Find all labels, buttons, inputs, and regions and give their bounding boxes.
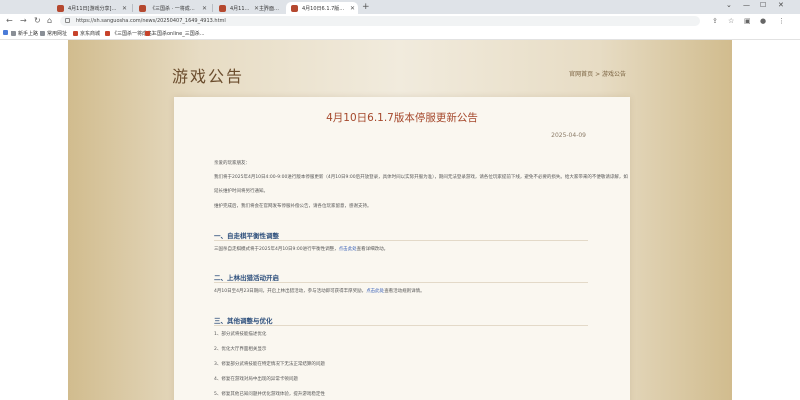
browser-toolbar: ← → ↻ ⌂ https://sh.sanguosha.com/news/20… (0, 14, 800, 29)
new-tab-button[interactable]: + (362, 2, 370, 12)
back-button[interactable]: ← (6, 16, 13, 26)
bookmark-folder[interactable]: 新手上路 (11, 30, 38, 37)
bookmarks-bar: 新手上路 常用网址 京东商城 《三国杀一将成名》 三国杀online_三国杀..… (0, 29, 800, 40)
browser-tab-strip: 4月11日[游戏分享]版本公告 ✕ 《三国杀 · 一将成名》官方网站 ✕ 4月1… (0, 0, 800, 14)
tab-label: 4月11日[游戏分享]版本公告 (68, 5, 119, 12)
maximize-button[interactable]: ☐ (760, 1, 766, 9)
reload-button[interactable]: ↻ (34, 16, 41, 26)
site-favicon-icon (291, 5, 298, 12)
lock-icon (65, 18, 70, 23)
web-page: 游戏公告 官网首页 > 游戏公告 4月10日6.1.7版本停服更新公告 2025… (0, 40, 800, 400)
site-favicon-icon (139, 5, 146, 12)
tab-label: 《三国杀 · 一将成名》官方网站 (150, 5, 199, 12)
minimize-button[interactable]: — (743, 1, 750, 9)
apps-icon (3, 30, 8, 35)
section-heading: 二、上林出猎活动开启 (214, 274, 279, 282)
share-icon[interactable]: ⇪ (712, 17, 718, 26)
section-title: 游戏公告 (172, 67, 245, 86)
bookmark-link[interactable]: 京东商城 (73, 30, 100, 37)
divider (214, 240, 588, 241)
detail-link[interactable]: 点击此处 (339, 247, 357, 252)
bookmark-star-icon[interactable]: ☆ (728, 17, 734, 26)
tab-search-icon[interactable]: ⌄ (726, 1, 732, 9)
folder-icon (11, 31, 16, 36)
close-tab-icon[interactable]: ✕ (122, 5, 127, 12)
list-item: 3、修复部分武将技能在特定情况下无法正常结算的问题 (214, 362, 325, 367)
article-date: 2025-04-09 (551, 132, 586, 139)
forward-button[interactable]: → (20, 16, 27, 26)
tab-label: 4月10日6.1.7版本停服更新公告 (302, 5, 347, 12)
divider (214, 282, 588, 283)
article-title: 4月10日6.1.7版本停服更新公告 (326, 112, 478, 124)
list-item: 4、修复在游戏对局中出现的异常卡顿问题 (214, 377, 298, 382)
section-body: 4月10日至4月23日期间，开启上林出猎活动，参与活动即可获得丰厚奖励，点击此处… (214, 289, 425, 294)
bookmark-label: 常用网址 (47, 31, 68, 37)
article-paragraph: 维护完成后，我们将会在官网发布停服补偿公告，请各位玩家留意，感谢支持。 (214, 204, 372, 209)
site-favicon-icon (57, 5, 64, 12)
section-heading: 三、其他调整与优化 (214, 317, 273, 325)
extensions-icon[interactable]: ▣ (744, 17, 751, 26)
list-item: 1、部分武将技能描述优化 (214, 332, 267, 337)
browser-tab[interactable]: 4月11日pc一键版 ✕ (214, 2, 262, 14)
browser-tab[interactable]: 4月11日[游戏分享]版本公告 ✕ (52, 2, 130, 14)
address-bar[interactable]: https://sh.sanguosha.com/news/20250407_1… (60, 16, 700, 26)
section-body: 三国杀自走棋模式将于2025年4月10日9:00进行平衡性调整，点击此处查看详细… (214, 247, 389, 252)
close-window-button[interactable]: ✕ (778, 1, 784, 9)
bookmark-label: 京东商城 (80, 31, 101, 37)
close-tab-icon[interactable]: ✕ (202, 5, 207, 12)
site-favicon-icon (219, 5, 226, 12)
site-favicon-icon (105, 31, 110, 36)
breadcrumb[interactable]: 官网首页 > 游戏公告 (569, 69, 626, 78)
folder-icon (40, 31, 45, 36)
tab-label: 4月11日pc一键版 (230, 5, 251, 12)
bookmark-folder[interactable]: 常用网址 (40, 30, 67, 37)
browser-tab[interactable]: 主界面的…… (256, 2, 286, 14)
divider (214, 325, 588, 326)
bookmark-label: 新手上路 (18, 31, 39, 37)
browser-tab-active[interactable]: 4月10日6.1.7版本停服更新公告 ✕ (286, 2, 358, 14)
article-paragraph: 我们将于2025年4月10日4:00-9:00进行版本停服更新（4月10日9:0… (214, 175, 628, 180)
home-button[interactable]: ⌂ (47, 16, 52, 26)
list-item: 2、优化大厅界面相关显示 (214, 347, 267, 352)
detail-link[interactable]: 点击此处 (366, 289, 384, 294)
list-item: 5、修复其他已知问题并优化游戏体验，提升游戏稳定性 (214, 392, 325, 397)
bookmark-link[interactable]: 三国杀online_三国杀... (145, 30, 205, 37)
site-favicon-icon (145, 31, 150, 36)
bookmark-apps[interactable] (3, 30, 10, 35)
menu-icon[interactable]: ⋮ (778, 17, 785, 26)
address-url[interactable]: https://sh.sanguosha.com/news/20250407_1… (76, 17, 226, 25)
profile-icon[interactable]: ● (760, 17, 766, 26)
close-tab-icon[interactable]: ✕ (350, 5, 355, 12)
tab-label: 主界面的…… (259, 5, 283, 12)
article-paragraph: 延长维护时间将另行通知。 (214, 189, 268, 194)
browser-tab[interactable]: 《三国杀 · 一将成名》官方网站 ✕ (134, 2, 210, 14)
site-favicon-icon (73, 31, 78, 36)
article-greeting: 亲爱的玩家朋友： (214, 161, 250, 166)
article-card: 4月10日6.1.7版本停服更新公告 2025-04-09 亲爱的玩家朋友： 我… (174, 97, 630, 400)
section-heading: 一、自走棋平衡性调整 (214, 232, 279, 240)
bookmark-label: 三国杀online_三国杀... (152, 31, 205, 37)
